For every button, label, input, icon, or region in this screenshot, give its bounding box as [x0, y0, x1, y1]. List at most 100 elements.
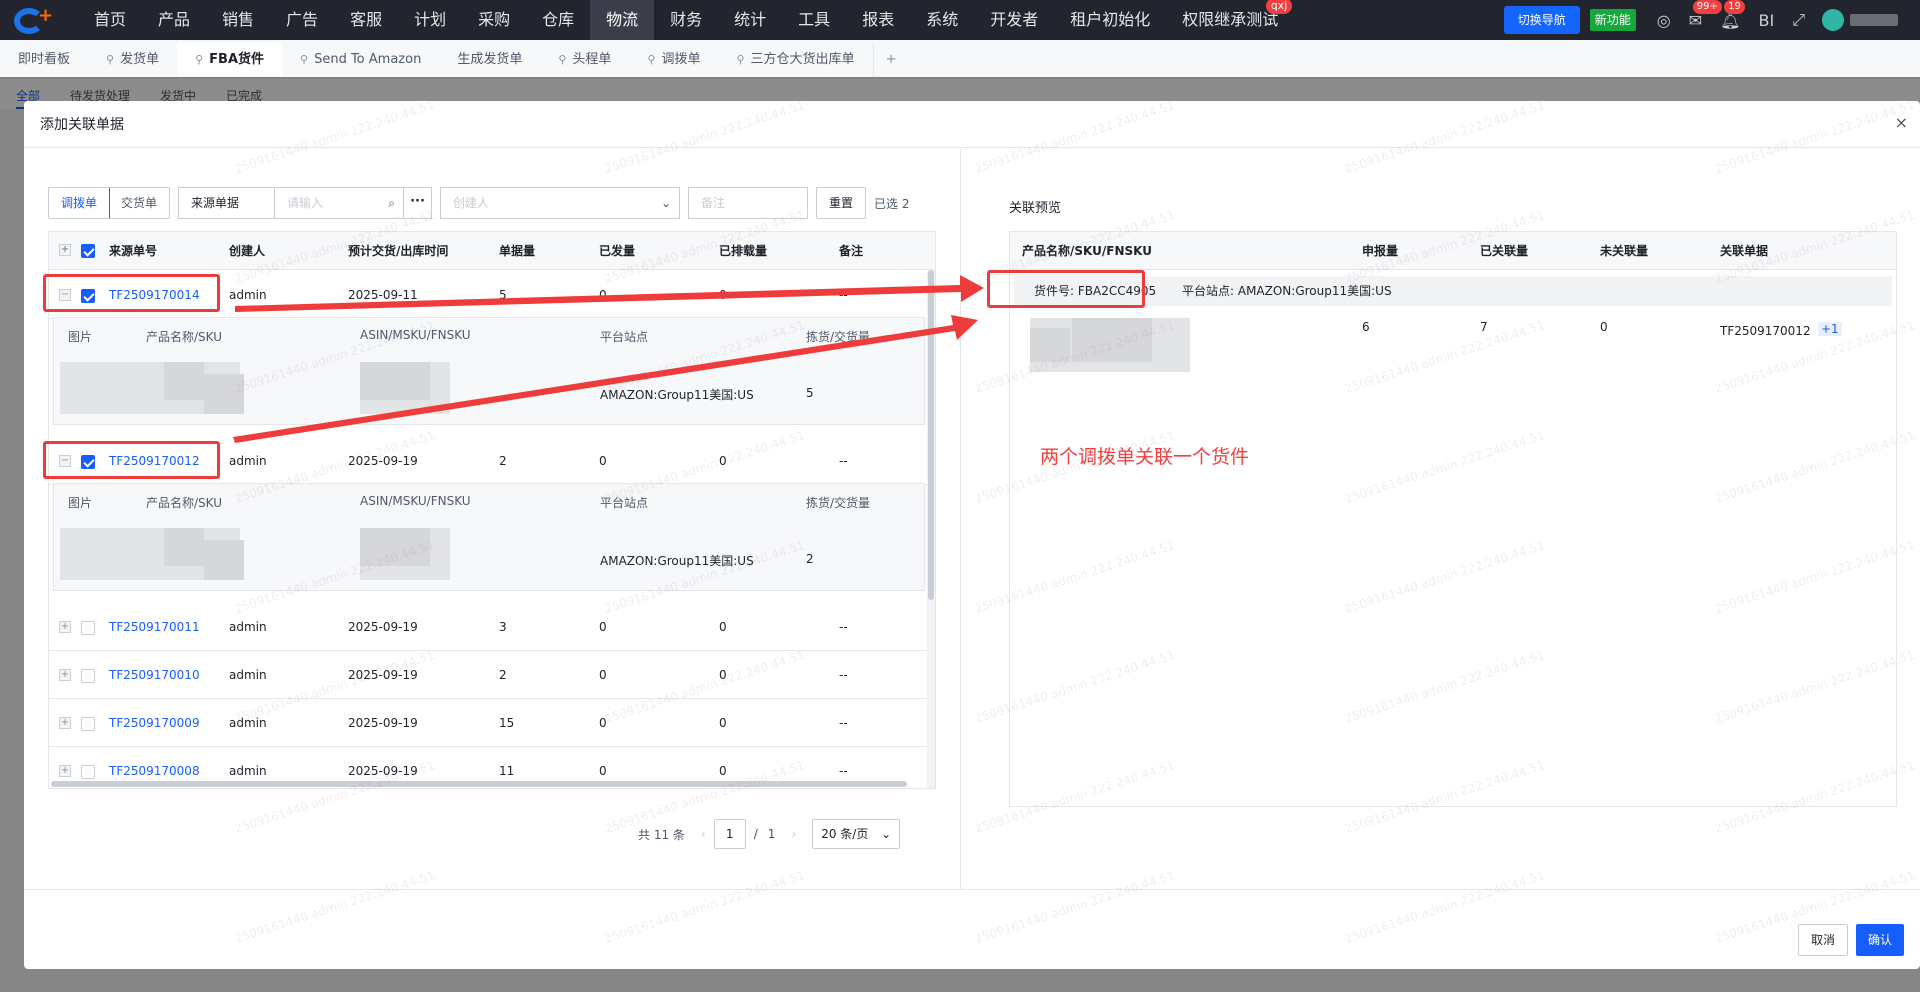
remark-input[interactable]: 备注 — [688, 187, 809, 219]
menu-item-label: 统计 — [734, 10, 767, 29]
page-size-select[interactable]: 20 条/页 ⌄ — [812, 819, 901, 849]
expand-icon[interactable]: + — [59, 621, 71, 633]
menu-item[interactable]: 计划 — [398, 0, 462, 40]
pin-icon[interactable]: ⚲ — [647, 43, 655, 77]
linked-doc-more[interactable]: +1 — [1818, 322, 1842, 336]
confirm-button[interactable]: 确认 — [1855, 924, 1904, 956]
expand-all-icon[interactable]: + — [59, 244, 71, 256]
table-row[interactable]: + TF2509170009 admin 2025-09-19 15 0 0 -- — [49, 699, 935, 747]
menu-item-label: 采购 — [478, 10, 511, 29]
menu-item[interactable]: 系统 — [910, 0, 974, 40]
menu-item[interactable]: 工具 — [782, 0, 846, 40]
table-row[interactable]: + TF2509170011 admin 2025-09-19 3 0 0 -- — [49, 603, 935, 651]
bi-link[interactable]: BI — [1758, 11, 1774, 30]
message-icon[interactable]: ✉ 99+ — [1689, 0, 1722, 30]
table-row[interactable]: + TF2509170010 admin 2025-09-19 2 0 0 -- — [49, 651, 935, 699]
menu-item[interactable]: 报表 — [846, 0, 910, 40]
source-no-link[interactable]: TF2509170011 — [109, 603, 200, 651]
pin-icon[interactable]: ⚲ — [558, 43, 566, 77]
creator-select[interactable]: 创建人 ⌄ — [440, 187, 681, 219]
type-delivery-option[interactable]: 交货单 — [109, 188, 169, 218]
menu-item[interactable]: 首页 — [78, 0, 142, 40]
row-checkbox[interactable] — [81, 621, 95, 635]
fullscreen-icon[interactable]: ⤢ — [1792, 10, 1805, 30]
search-icon[interactable]: ⌕ — [388, 188, 395, 218]
prev-page-button[interactable]: ‹ — [701, 827, 706, 841]
username-blurred[interactable] — [1850, 14, 1898, 26]
horizontal-scroll-thumb[interactable] — [51, 781, 907, 787]
page-tab[interactable]: ⚲ Send To Amazon — [282, 43, 439, 77]
date-cell: 2025-09-11 — [348, 288, 418, 302]
page-tab[interactable]: ⚲ 头程单 — [540, 43, 629, 77]
menu-item[interactable]: 销售 — [206, 0, 270, 40]
row-checkbox[interactable] — [81, 717, 95, 731]
source-no-link[interactable]: TF2509170009 — [109, 699, 200, 747]
next-page-button[interactable]: › — [791, 827, 796, 841]
bell-icon[interactable]: 🔔︎ 19 — [1720, 0, 1745, 30]
table-row[interactable]: − TF2509170014 admin 2025-09-11 5 0 0 -- — [49, 271, 935, 319]
expand-icon[interactable]: + — [59, 717, 71, 729]
more-button[interactable]: ··· — [404, 187, 433, 219]
menu-item[interactable]: 统计 — [718, 0, 782, 40]
expand-icon[interactable]: + — [59, 765, 71, 777]
source-no-link[interactable]: TF2509170014 — [109, 271, 200, 319]
product-name-blurred — [1072, 318, 1152, 362]
page-tab[interactable]: ⚲ 三方仓大货出库单 — [718, 43, 872, 77]
collapse-icon[interactable]: − — [59, 455, 71, 467]
source-no-link[interactable]: TF2509170010 — [109, 651, 200, 699]
menu-item[interactable]: 广告 — [270, 0, 334, 40]
row-checkbox[interactable] — [81, 455, 95, 469]
detail-header: 产品名称/SKU — [146, 330, 222, 344]
loaded-cell: 0 — [719, 668, 727, 682]
horizontal-scrollbar[interactable] — [49, 780, 909, 788]
message-badge: 99+ — [1692, 0, 1722, 14]
menu-item[interactable]: 客服 — [334, 0, 398, 40]
detail-header: 产品名称/SKU — [146, 496, 222, 510]
vertical-scroll-thumb[interactable] — [928, 270, 934, 600]
reset-button[interactable]: 重置 — [816, 187, 867, 219]
source-search-input[interactable]: 请输入 ⌕ — [274, 187, 405, 219]
source-field-select[interactable]: 来源单据 — [178, 187, 275, 219]
circle-icon[interactable]: ◎ — [1657, 11, 1671, 30]
page-tab[interactable]: 即时看板 — [0, 43, 88, 77]
pin-icon[interactable]: ⚲ — [300, 43, 308, 77]
type-transfer-option[interactable]: 调拨单 — [49, 188, 111, 218]
expand-icon[interactable]: + — [59, 669, 71, 681]
menu-item[interactable]: 产品 — [142, 0, 206, 40]
vertical-scrollbar[interactable] — [927, 270, 935, 788]
pin-icon[interactable]: ⚲ — [106, 43, 114, 77]
menu-item[interactable]: 采购 — [462, 0, 526, 40]
switch-nav-button[interactable]: 切换导航 — [1503, 6, 1580, 34]
date-cell: 2025-09-19 — [348, 454, 418, 468]
add-tab-button[interactable]: + — [872, 43, 909, 77]
select-all-checkbox[interactable] — [81, 244, 95, 258]
table-row[interactable]: − TF2509170012 admin 2025-09-19 2 0 0 -- — [49, 437, 935, 485]
page-tab[interactable]: ⚲ FBA货件 — [177, 43, 283, 77]
row-checkbox[interactable] — [81, 765, 95, 779]
row-checkbox[interactable] — [81, 669, 95, 683]
loaded-cell: 0 — [719, 716, 727, 730]
page-tab[interactable]: ⚲ 发货单 — [88, 43, 177, 77]
pin-icon[interactable]: ⚲ — [736, 43, 744, 77]
menu-item[interactable]: 开发者 — [974, 0, 1054, 40]
menu-item-label: 产品 — [158, 10, 191, 29]
menu-item[interactable]: 仓库 — [526, 0, 590, 40]
cancel-button[interactable]: 取消 — [1797, 924, 1848, 956]
menu-item[interactable]: 租户初始化 — [1054, 0, 1166, 40]
source-no-link[interactable]: TF2509170012 — [109, 437, 200, 485]
new-feature-button[interactable]: 新功能 — [1589, 9, 1636, 31]
close-icon[interactable]: × — [1895, 113, 1908, 132]
menu-item-label: 仓库 — [542, 10, 575, 29]
app-logo[interactable]: + — [14, 5, 60, 35]
page-input[interactable]: 1 — [713, 819, 746, 849]
menu-item[interactable]: 物流 — [590, 0, 655, 40]
row-checkbox[interactable] — [81, 289, 95, 303]
date-cell: 2025-09-19 — [348, 620, 418, 634]
avatar[interactable] — [1822, 9, 1844, 31]
menu-item[interactable]: 权限继承测试 qxj — [1166, 0, 1294, 40]
page-tab[interactable]: ⚲ 调拨单 — [629, 43, 718, 77]
collapse-icon[interactable]: − — [59, 289, 71, 301]
page-tab[interactable]: 生成发货单 — [439, 43, 540, 77]
pin-icon[interactable]: ⚲ — [195, 43, 203, 77]
menu-item[interactable]: 财务 — [654, 0, 718, 40]
